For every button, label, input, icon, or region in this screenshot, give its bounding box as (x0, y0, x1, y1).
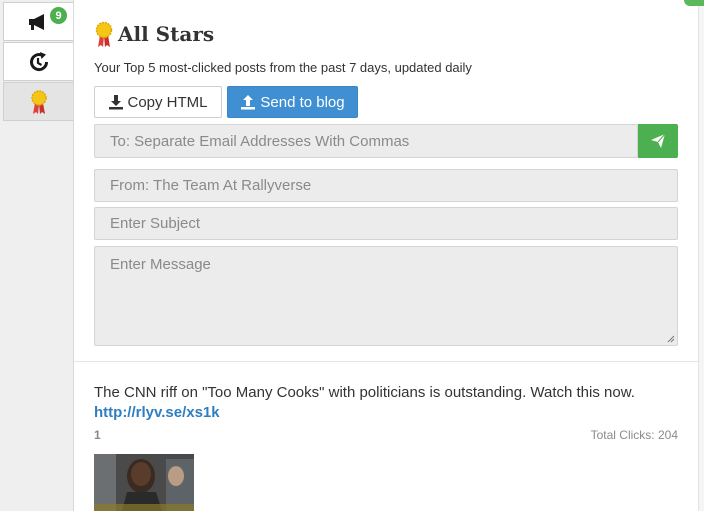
upload-icon (241, 95, 256, 110)
subject-placeholder: Enter Subject (110, 215, 201, 232)
award-ribbon-icon (30, 89, 47, 114)
scrollbar-track[interactable] (698, 0, 704, 511)
copy-html-label: Copy HTML (127, 93, 208, 111)
paper-plane-icon (651, 133, 666, 148)
copy-html-button[interactable]: Copy HTML (94, 86, 222, 118)
message-textarea[interactable]: Enter Message (94, 246, 678, 346)
tab-all-stars[interactable] (3, 82, 73, 121)
subject-input[interactable]: Enter Subject (94, 207, 678, 240)
page-subtitle: Your Top 5 most-clicked posts from the p… (94, 60, 472, 75)
video-thumbnail-image (94, 454, 194, 511)
download-icon (109, 95, 124, 110)
award-ribbon-icon (95, 21, 113, 47)
page-title: All Stars (94, 20, 214, 48)
from-field[interactable]: From: The Team At Rallyverse (94, 169, 678, 202)
send-to-blog-label: Send to blog (260, 93, 345, 111)
page-title-text: All Stars (118, 22, 215, 46)
post-thumbnail[interactable] (94, 454, 194, 511)
post-text: The CNN riff on "Too Many Cooks" with po… (94, 384, 635, 401)
post-link[interactable]: http://rlyv.se/xs1k (94, 404, 220, 421)
message-placeholder: Enter Message (110, 256, 211, 273)
notification-badge: 9 (50, 7, 67, 24)
from-field-value: From: The Team At Rallyverse (110, 177, 312, 194)
megaphone-icon (28, 13, 44, 30)
tab-announcements[interactable]: 9 (3, 2, 73, 41)
section-divider (74, 361, 698, 362)
post-total-clicks: Total Clicks: 204 (590, 428, 678, 442)
tab-recent[interactable] (3, 42, 73, 81)
post-rank: 1 (94, 428, 101, 442)
send-to-blog-button[interactable]: Send to blog (227, 86, 358, 118)
refresh-clock-icon (29, 51, 48, 71)
sidebar: 9 (0, 0, 74, 511)
to-email-placeholder: To: Separate Email Addresses With Commas (110, 132, 410, 150)
resize-handle-icon[interactable] (667, 335, 675, 343)
to-email-input[interactable]: To: Separate Email Addresses With Commas (94, 124, 638, 158)
send-email-button[interactable] (638, 124, 678, 158)
scroll-indicator (684, 0, 704, 6)
main-panel: All Stars Your Top 5 most-clicked posts … (74, 0, 698, 511)
